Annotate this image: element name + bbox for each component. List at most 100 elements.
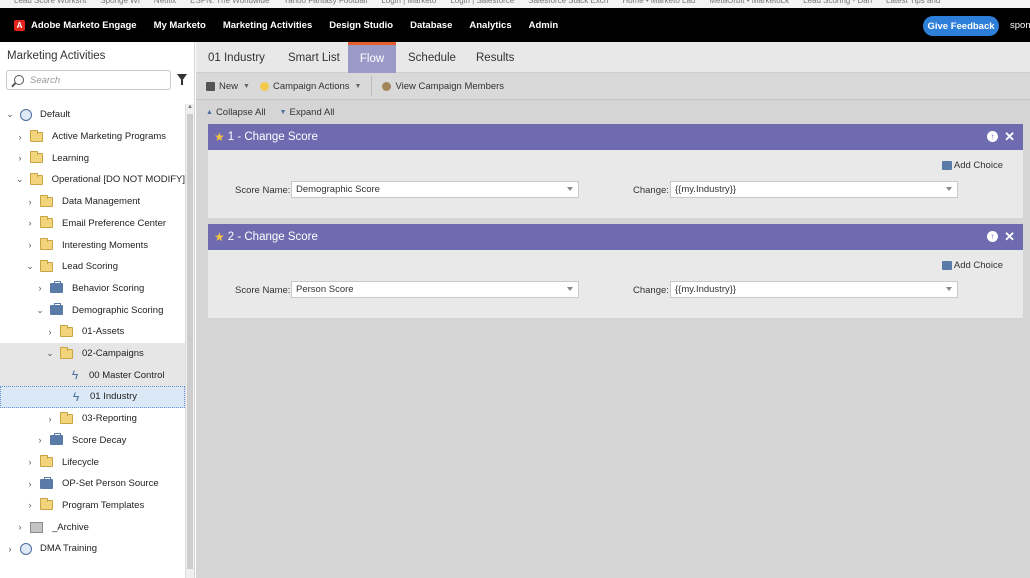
bookmark-item[interactable]: ESPN: The Worldwide (190, 0, 269, 5)
user-name[interactable]: spong (1010, 20, 1030, 31)
chevron-right-icon[interactable]: › (16, 132, 24, 142)
move-up-icon[interactable]: ↑ (987, 131, 998, 142)
bookmark-item[interactable]: Lead Scoring - Dan (803, 0, 872, 5)
bookmark-item[interactable]: Latest Tips and (886, 0, 940, 5)
nav-design-studio[interactable]: Design Studio (329, 20, 393, 31)
bookmark-item[interactable]: Login | Marketo (381, 0, 436, 5)
move-up-icon[interactable]: ↑ (987, 231, 998, 242)
add-choice-button[interactable]: Add Choice (941, 260, 1003, 271)
tab-smart-list[interactable]: Smart List (288, 42, 340, 73)
chevron-right-icon[interactable]: › (26, 240, 34, 250)
chevron-right-icon[interactable]: › (16, 153, 24, 163)
tree-item[interactable]: › OP-Set Person Source (0, 473, 185, 495)
bookmark-item[interactable]: Yahoo Fantasy Football (283, 0, 367, 5)
nav-analytics[interactable]: Analytics (469, 20, 511, 31)
tree-item[interactable]: › Email Preference Center (0, 213, 185, 235)
bookmark-item[interactable]: Netflix (154, 0, 176, 5)
close-icon[interactable]: ✕ (1004, 129, 1015, 145)
tree-item[interactable]: ⌄ Operational [DO NOT MODIFY] (0, 169, 185, 191)
add-choice-icon (941, 161, 952, 170)
chevron-right-icon[interactable]: › (26, 218, 34, 228)
collapse-icon: ▲ (206, 108, 213, 116)
campaign-actions-button[interactable]: Campaign Actions ▼ (259, 81, 361, 92)
close-icon[interactable]: ✕ (1004, 229, 1015, 245)
scroll-up-icon[interactable]: ▲ (187, 104, 193, 110)
chevron-down-icon[interactable]: ⌄ (36, 305, 44, 315)
add-choice-button[interactable]: Add Choice (941, 160, 1003, 171)
nav-admin[interactable]: Admin (529, 20, 559, 31)
archive-icon (30, 521, 43, 533)
score-name-select[interactable]: Demographic Score (291, 181, 579, 198)
chevron-right-icon[interactable]: › (46, 414, 54, 424)
chevron-right-icon[interactable]: › (36, 283, 44, 293)
give-feedback-button[interactable]: Give Feedback (923, 16, 999, 36)
expand-all-button[interactable]: ▼ Expand All (280, 107, 335, 118)
bookmark-item[interactable]: Lead Score Worksht (14, 0, 86, 5)
change-select[interactable]: {{my.Industry}} (670, 181, 958, 198)
tree-item[interactable]: ϟ 00 Master Control (0, 364, 185, 387)
tab-01-industry[interactable]: 01 Industry (208, 42, 265, 73)
tree-item[interactable]: › Program Templates (0, 495, 185, 517)
change-value: {{my.Industry}} (675, 284, 737, 295)
flow-step-1: ★ 1 - Change Score ↑ ✕ Add Choice Score … (208, 124, 1023, 218)
score-name-label: Score Name: (235, 285, 291, 296)
tree-item-label: Default (40, 109, 71, 121)
tree-item[interactable]: › Lifecycle (0, 451, 185, 473)
tree-item[interactable]: › DMA Training (0, 538, 185, 560)
tab-results[interactable]: Results (476, 42, 514, 73)
tab-schedule[interactable]: Schedule (408, 42, 456, 73)
bookmark-item[interactable]: Sponge WI (100, 0, 140, 5)
bookmark-item[interactable]: MetaOrbit • MarketoLk (709, 0, 789, 5)
chevron-right-icon[interactable]: › (6, 544, 14, 554)
search-input[interactable]: Search (6, 70, 171, 90)
tree-item[interactable]: ⌄ Demographic Scoring (0, 299, 185, 321)
score-name-select[interactable]: Person Score (291, 281, 579, 298)
chevron-right-icon[interactable]: › (26, 197, 34, 207)
view-campaign-members-button[interactable]: View Campaign Members (382, 81, 504, 92)
brand[interactable]: A Adobe Marketo Engage (14, 19, 137, 31)
collapse-all-button[interactable]: ▲ Collapse All (206, 107, 266, 118)
flow-step-header[interactable]: ★ 2 - Change Score ↑ ✕ (208, 224, 1023, 250)
tree-item[interactable]: › Active Marketing Programs (0, 126, 185, 148)
chevron-right-icon[interactable]: › (26, 479, 34, 489)
scroll-thumb[interactable] (187, 114, 193, 569)
chevron-down-icon[interactable]: ⌄ (26, 261, 34, 271)
tree-item[interactable]: › Score Decay (0, 430, 185, 452)
tree-item-label: Operational [DO NOT MODIFY] (51, 174, 185, 186)
sidebar-scrollbar[interactable]: ▲ (185, 104, 194, 578)
tree-item[interactable]: › Learning (0, 147, 185, 169)
tree-item[interactable]: ϟ 01 Industry (0, 386, 185, 408)
chevron-down-icon[interactable]: ⌄ (6, 109, 14, 119)
chevron-right-icon[interactable]: › (16, 522, 24, 532)
chevron-right-icon[interactable]: › (36, 435, 44, 445)
chevron-down-icon[interactable]: ⌄ (16, 174, 24, 184)
tree-item[interactable]: ⌄ Default (0, 104, 185, 126)
bookmark-item[interactable]: Login | Salesforce (450, 0, 514, 5)
add-choice-icon (941, 261, 952, 270)
tree-item[interactable]: › Behavior Scoring (0, 278, 185, 300)
change-select[interactable]: {{my.Industry}} (670, 281, 958, 298)
tree-item[interactable]: › Data Management (0, 191, 185, 213)
tree-item[interactable]: › 03-Reporting (0, 408, 185, 430)
nav-marketing-activities[interactable]: Marketing Activities (223, 20, 312, 31)
nav-database[interactable]: Database (410, 20, 452, 31)
filter-icon[interactable] (177, 74, 187, 85)
tree-item[interactable]: › Interesting Moments (0, 234, 185, 256)
flow-step-header[interactable]: ★ 1 - Change Score ↑ ✕ (208, 124, 1023, 150)
tree-item[interactable]: ⌄ Lead Scoring (0, 256, 185, 278)
new-button[interactable]: New ▼ (206, 81, 250, 92)
bookmark-item[interactable]: Home • Marketo Lau (622, 0, 695, 5)
tree-item[interactable]: › _Archive (0, 516, 185, 538)
chevron-down-icon[interactable]: ⌄ (46, 348, 54, 358)
chevron-right-icon[interactable]: › (26, 457, 34, 467)
tab-flow[interactable]: Flow (348, 42, 396, 73)
expand-icon: ▼ (279, 108, 287, 116)
flow-step-title: 1 - Change Score (227, 131, 318, 143)
bookmark-item[interactable]: Salesforce Stack Exch (528, 0, 608, 5)
nav-my-marketo[interactable]: My Marketo (154, 20, 206, 31)
chevron-right-icon[interactable]: › (26, 500, 34, 510)
sidebar: Marketing Activities Search ⌄ Default › Act… (0, 42, 195, 578)
chevron-right-icon[interactable]: › (46, 327, 54, 337)
tree-item[interactable]: › 01-Assets (0, 321, 185, 343)
tree-item[interactable]: ⌄ 02-Campaigns (0, 342, 185, 365)
